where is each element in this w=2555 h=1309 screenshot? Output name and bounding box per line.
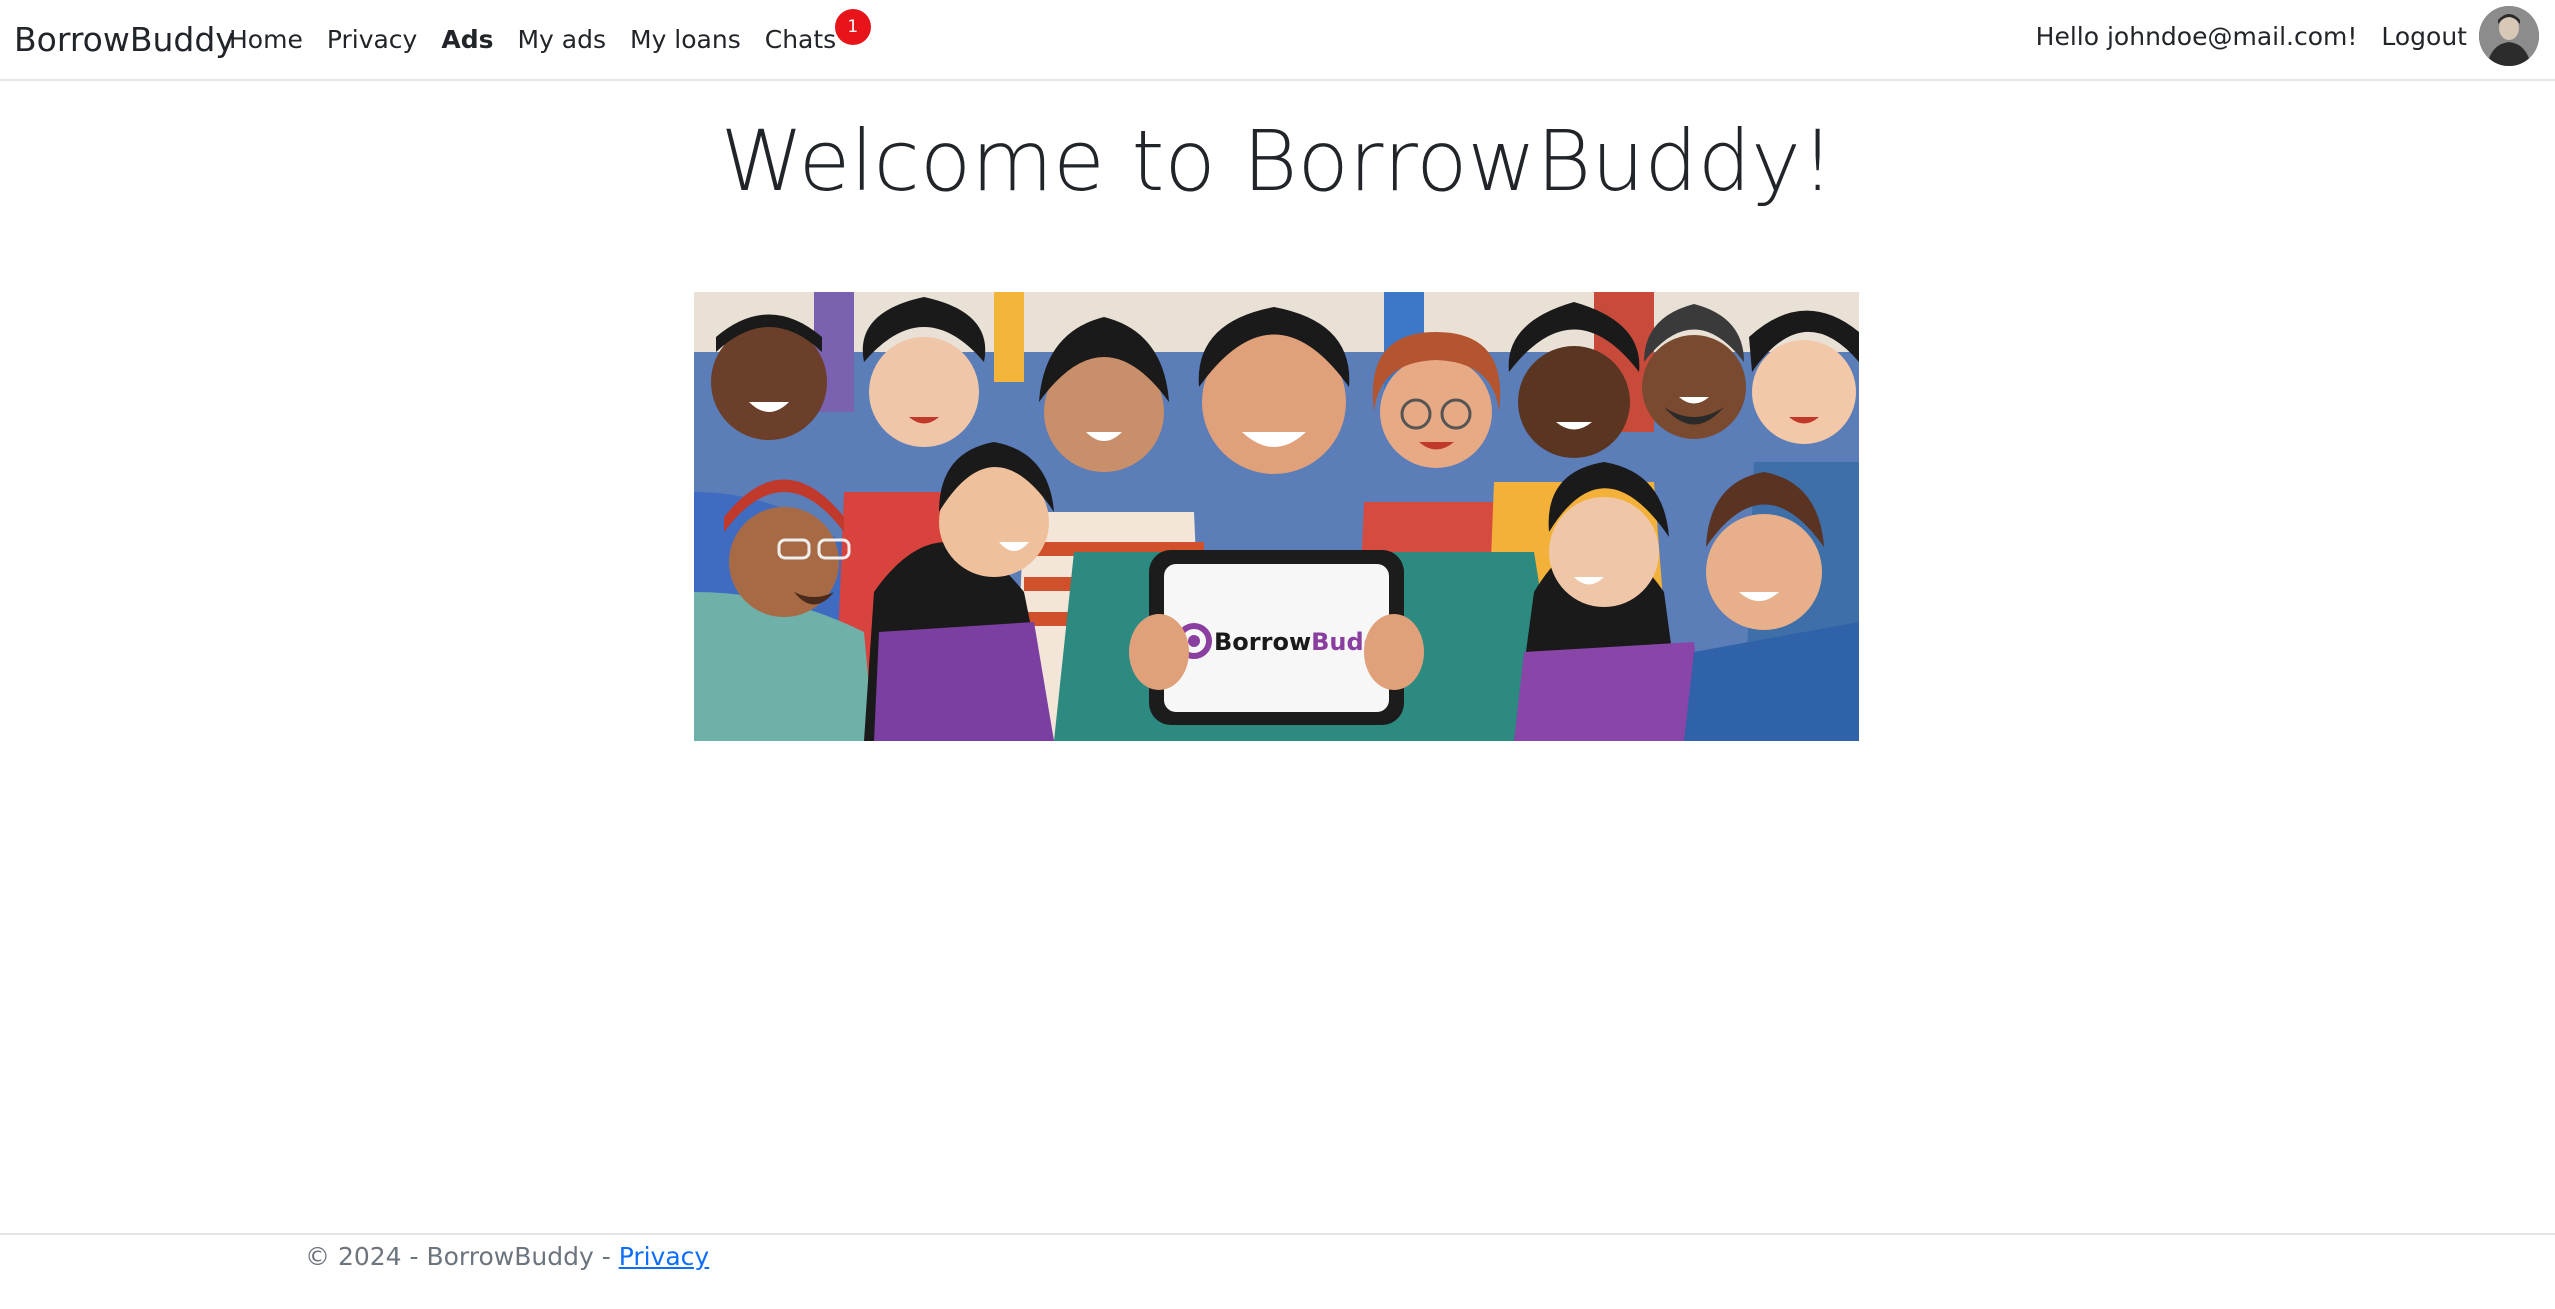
nav-my-loans[interactable]: My loans <box>630 25 741 54</box>
nav-chats[interactable]: Chats <box>765 25 836 54</box>
user-greeting: Hello johndoe@mail.com! <box>2035 21 2358 51</box>
avatar[interactable] <box>2479 6 2539 66</box>
nav-home[interactable]: Home <box>229 25 303 54</box>
copyright-text: © 2024 - BorrowBuddy - <box>305 1242 619 1271</box>
brand-link[interactable]: BorrowBuddy <box>14 20 235 59</box>
nav-chats-wrapper: Chats 1 <box>765 9 871 54</box>
hero-illustration: BorrowBuddy <box>694 292 1859 741</box>
page-title: Welcome to BorrowBuddy! <box>720 112 1835 210</box>
footer-privacy-link[interactable]: Privacy <box>619 1242 710 1271</box>
user-area: Hello johndoe@mail.com! Logout <box>2036 6 2539 66</box>
hero-logo-text-a: Borrow <box>1214 628 1311 656</box>
footer: © 2024 - BorrowBuddy - Privacy <box>0 1233 2555 1309</box>
chats-unread-badge: 1 <box>834 9 871 45</box>
nav-privacy[interactable]: Privacy <box>327 25 418 54</box>
nav-ads[interactable]: Ads <box>441 25 493 54</box>
footer-text: © 2024 - BorrowBuddy - Privacy <box>305 1242 709 1271</box>
main-nav: Home Privacy Ads My ads My loans Chats 1 <box>229 9 871 54</box>
hero-tablet: BorrowBuddy <box>1129 550 1424 725</box>
logout-link[interactable]: Logout <box>2381 22 2467 51</box>
nav-my-ads[interactable]: My ads <box>517 25 606 54</box>
top-navbar: BorrowBuddy Home Privacy Ads My ads My l… <box>0 0 2555 81</box>
